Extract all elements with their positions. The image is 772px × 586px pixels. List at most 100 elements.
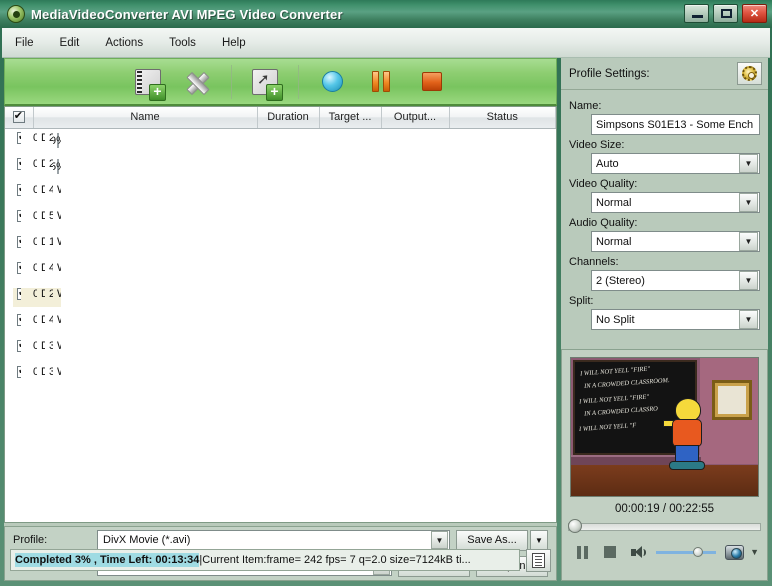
start-button[interactable] [310, 61, 354, 103]
row-output: 220.63MB [49, 132, 53, 144]
row-checkbox-cell[interactable] [13, 236, 21, 255]
row-duration: 00:03:35 [33, 340, 37, 352]
video-preview[interactable]: I WILL NOT YELL "FIRE" IN A CROWDED CLAS… [570, 357, 759, 497]
row-duration: 00:22:05 [33, 158, 37, 170]
application-window: MediaVideoConverter AVI MPEG Video Conve… [0, 0, 772, 586]
volume-slider[interactable] [656, 546, 717, 557]
seek-bar[interactable] [568, 519, 761, 533]
menu-help[interactable]: Help [209, 33, 259, 53]
row-checkbox[interactable] [17, 288, 21, 301]
row-checkbox[interactable] [17, 184, 21, 197]
profile-select-5[interactable]: No Split ▼ [591, 309, 760, 330]
pause-button[interactable] [360, 61, 404, 103]
table-row[interactable]: Simpsons S01E05 - Bart the Gener... 00:22… [5, 129, 61, 155]
column-header-target[interactable]: Target ... [319, 107, 382, 129]
row-checkbox-cell[interactable] [13, 340, 21, 359]
profile-field-label-1: Video Size: [569, 139, 625, 151]
minimize-button[interactable] [684, 4, 709, 23]
caret-down-icon[interactable]: ▼ [748, 547, 761, 557]
seek-handle[interactable] [568, 519, 582, 533]
column-header-duration[interactable]: Duration [257, 107, 320, 129]
table-row[interactable]: TheComfortZone.mp4 00:04:08 DivX 40.2MB Wait… [5, 181, 61, 207]
add-file-button[interactable] [126, 61, 170, 103]
profile-select-3[interactable]: Normal ▼ [591, 231, 760, 252]
file-table-body: Simpsons S01E05 - Bart the Gener... 00:22… [5, 128, 556, 389]
seek-track[interactable] [568, 523, 761, 531]
row-checkbox[interactable] [17, 340, 21, 353]
volume-button[interactable] [624, 541, 652, 563]
row-checkbox-cell[interactable] [13, 288, 21, 307]
volume-handle[interactable] [693, 546, 704, 557]
chevron-down-icon[interactable]: ▼ [739, 193, 758, 212]
status-completed-text: Completed 3% , Time Left: 00:13:34 [15, 553, 200, 567]
menu-file[interactable]: File [2, 33, 47, 53]
remove-button[interactable] [176, 61, 220, 103]
chevron-down-icon[interactable]: ▼ [739, 271, 758, 290]
row-status-cell: Waiting [53, 366, 61, 385]
chevron-down-icon[interactable]: ▼ [739, 310, 758, 329]
row-target: DivX [41, 158, 45, 170]
row-name-cell: Xmas-greeting.mp4 [21, 210, 29, 229]
add-folder-button[interactable] [243, 61, 287, 103]
table-row[interactable]: Xmas-greeting.mp4 00:05:38 DivX 54.79MB Wait… [5, 207, 61, 233]
profile-select-1[interactable]: Auto ▼ [591, 153, 760, 174]
row-checkbox-cell[interactable] [13, 158, 21, 177]
menu-tools[interactable]: Tools [156, 33, 209, 53]
table-row[interactable]: Simpsons S02E12 - They Way We ... 00:22:0… [5, 155, 61, 181]
column-header-name[interactable]: Name [33, 107, 258, 129]
maximize-button[interactable] [713, 4, 738, 23]
menu-actions[interactable]: Actions [92, 33, 156, 53]
row-checkbox[interactable] [17, 366, 21, 379]
row-name-cell: Inconsolable.mp4 [21, 366, 29, 385]
table-row[interactable]: GoOnGirl.mp4 00:04:24 DivX 42.8MB Waiting [5, 259, 61, 285]
profile-field-label-5: Split: [569, 295, 594, 307]
table-row[interactable]: Barbie - Princess and the Pauper [... 00:… [5, 233, 61, 259]
close-icon: ✕ [749, 8, 760, 20]
row-checkbox-cell[interactable] [13, 262, 21, 281]
profile-select-4[interactable]: 2 (Stereo) ▼ [591, 270, 760, 291]
row-checkbox[interactable] [17, 158, 21, 171]
profile-name-input[interactable]: Simpsons S01E13 - Some Ench [591, 114, 760, 135]
stop-button[interactable] [410, 61, 454, 103]
column-header-status[interactable]: Status [449, 107, 556, 129]
select-all-checkbox[interactable] [12, 109, 25, 124]
toolbar [4, 58, 557, 106]
row-checkbox-cell[interactable] [13, 210, 21, 229]
row-target: DivX [41, 210, 45, 222]
profile-select-2[interactable]: Normal ▼ [591, 192, 760, 213]
row-checkbox-cell[interactable] [13, 314, 21, 333]
snapshot-button[interactable] [720, 541, 748, 563]
column-header-output[interactable]: Output... [381, 107, 450, 129]
row-checkbox-cell[interactable] [13, 132, 21, 151]
log-button[interactable] [526, 548, 551, 572]
row-checkbox[interactable] [17, 132, 21, 145]
row-target: DivX [41, 236, 45, 248]
row-name-cell: GoOnGirl.mp4 [21, 262, 29, 281]
chevron-down-icon[interactable]: ▼ [739, 154, 758, 173]
column-header-check[interactable] [5, 107, 34, 129]
row-name-cell: Barbie - Princess and the Pauper [... [21, 236, 29, 255]
close-button[interactable]: ✕ [742, 4, 767, 23]
chevron-down-icon[interactable]: ▼ [739, 232, 758, 251]
row-checkbox[interactable] [17, 262, 21, 275]
scene-floor [571, 465, 758, 496]
profile-settings-options-button[interactable] [737, 62, 762, 85]
row-checkbox-cell[interactable] [13, 366, 21, 385]
file-list[interactable]: Name Duration Target ... Output... Statu… [4, 106, 557, 523]
row-checkbox[interactable] [17, 210, 21, 223]
table-row[interactable]: Inconsolable.mp4 00:03:43 DivX 36.15MB Waiti… [5, 363, 61, 389]
row-output: 222.9MB [45, 288, 53, 307]
row-output: 214.79MB [49, 158, 53, 170]
menu-edit[interactable]: Edit [47, 33, 93, 53]
preview-stop-button[interactable] [596, 541, 624, 563]
row-checkbox-cell[interactable] [13, 184, 21, 203]
row-checkbox[interactable] [17, 314, 21, 327]
row-output: 36.15MB [49, 366, 53, 378]
table-row[interactable]: HateThatILoveYou.mp4 00:05:02 DivX 48.96MB W… [5, 311, 61, 337]
table-row[interactable]: Simpsons S01E13 - Some Enchant...00:22:5… [5, 285, 61, 311]
chalk-line-2: IN A CROWDED CLASSROOM. [583, 377, 670, 390]
row-duration: 00:22:41 [33, 132, 37, 144]
table-row[interactable]: HotStuff.mp4 00:03:35 DivX 34.85MB Waiting [5, 337, 61, 363]
row-checkbox[interactable] [17, 236, 21, 249]
preview-pause-button[interactable] [568, 541, 596, 563]
